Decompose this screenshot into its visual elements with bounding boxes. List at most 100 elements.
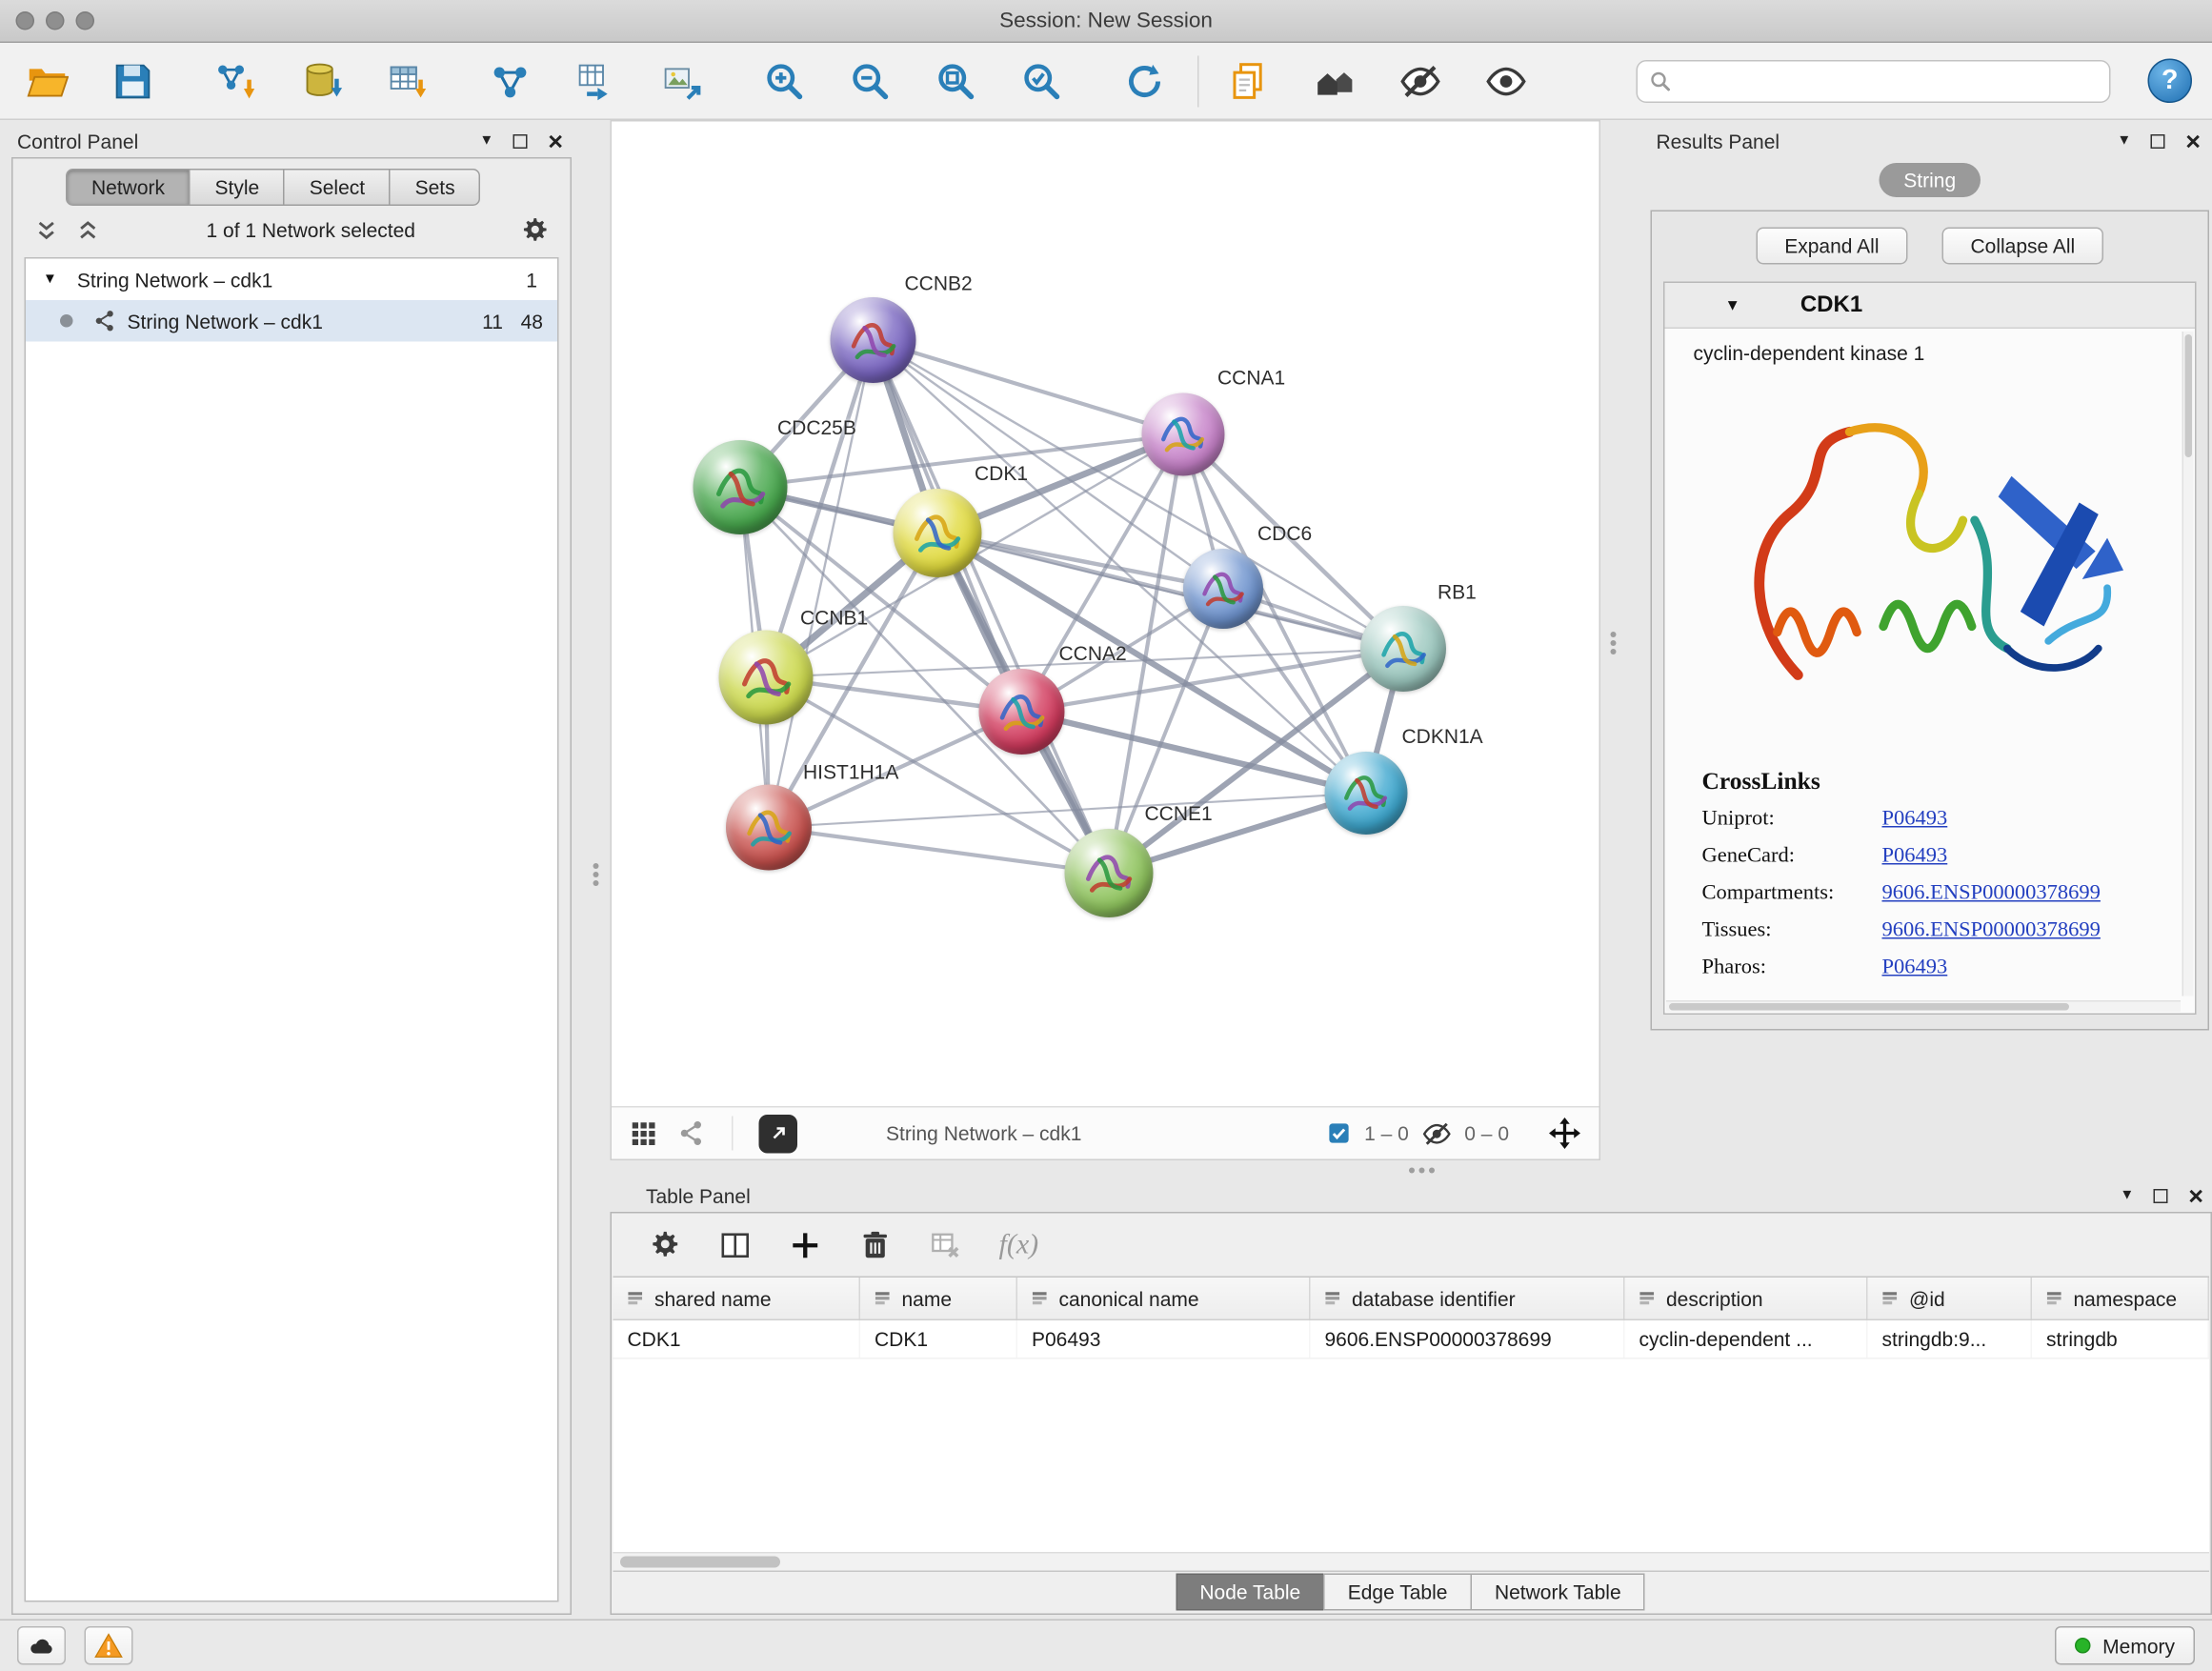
import-network-file-icon[interactable] (209, 53, 263, 108)
float-panel-icon[interactable] (2154, 1189, 2168, 1203)
network-collection-row[interactable]: ▼ String Network – cdk1 1 (26, 259, 557, 301)
close-panel-icon[interactable]: × (548, 129, 563, 154)
tab-select[interactable]: Select (284, 169, 391, 206)
zoom-out-icon[interactable] (843, 53, 897, 108)
memory-status-dot (2076, 1639, 2092, 1655)
tab-network-table[interactable]: Network Table (1470, 1574, 1645, 1611)
apply-layout-icon[interactable] (1117, 53, 1172, 108)
save-session-icon[interactable] (106, 53, 160, 108)
scrollbar-thumb[interactable] (1669, 1003, 2069, 1011)
pan-move-icon[interactable] (1548, 1117, 1582, 1151)
hide-selected-icon[interactable] (1394, 53, 1448, 108)
close-panel-icon[interactable]: × (2188, 1183, 2203, 1209)
compartments-link[interactable]: 9606.ENSP00000378699 (1882, 882, 2101, 907)
help-button[interactable]: ? (2148, 59, 2193, 104)
expand-all-icon[interactable] (74, 216, 102, 244)
close-panel-icon[interactable]: × (2185, 129, 2201, 154)
node-label-ccnb1: CCNB1 (800, 606, 868, 629)
copy-icon[interactable] (1222, 53, 1277, 108)
collection-expand-icon[interactable]: ▼ (43, 272, 57, 288)
search-input[interactable] (1680, 70, 2098, 92)
import-table-icon[interactable] (380, 53, 434, 108)
home-icon[interactable] (1308, 53, 1362, 108)
tab-node-table[interactable]: Node Table (1176, 1574, 1325, 1611)
column-header-shared-name[interactable]: shared name (613, 1278, 861, 1319)
network-node-rb1[interactable] (1360, 606, 1446, 692)
protein-name: CDK1 (1800, 292, 1862, 318)
cell-id[interactable]: stringdb:9... (1868, 1320, 2033, 1358)
zoom-fit-icon[interactable] (929, 53, 983, 108)
cloud-button[interactable] (17, 1627, 66, 1666)
column-header-namespace[interactable]: namespace (2032, 1278, 2209, 1319)
left-splitter-handle[interactable] (591, 862, 602, 888)
network-node-ccna1[interactable] (1142, 393, 1225, 476)
network-node-ccna2[interactable] (979, 669, 1065, 755)
protein-card-cdk1: ▼ CDK1 cyclin-dependent kinase 1 (1663, 282, 2197, 1016)
collapse-all-button[interactable]: Collapse All (1942, 228, 2104, 265)
network-node-ccne1[interactable] (1065, 829, 1154, 917)
cell-description[interactable]: cyclin-dependent ... (1625, 1320, 1868, 1358)
network-node-cdc25b[interactable] (694, 440, 788, 534)
network-options-gear-icon[interactable] (520, 215, 551, 246)
table-options-gear-icon[interactable] (649, 1228, 682, 1261)
scrollbar-thumb[interactable] (620, 1557, 780, 1568)
tab-style[interactable]: Style (190, 169, 286, 206)
cell-canonical-name[interactable]: P06493 (1017, 1320, 1311, 1358)
uniprot-link[interactable]: P06493 (1882, 808, 1948, 833)
create-column-icon[interactable] (789, 1228, 822, 1261)
tissues-link[interactable]: 9606.ENSP00000378699 (1882, 919, 2101, 944)
float-panel-icon[interactable] (2151, 134, 2165, 149)
network-node-cdkn1a[interactable] (1325, 752, 1408, 835)
selected-checkbox-icon[interactable] (1326, 1120, 1352, 1146)
right-splitter-handle[interactable] (1608, 631, 1619, 656)
detach-view-button[interactable] (759, 1114, 798, 1153)
new-network-from-table-icon[interactable] (569, 53, 623, 108)
collapse-section-icon[interactable]: ▼ (1725, 296, 1740, 313)
network-canvas[interactable]: CCNB2CCNA1CDC25BCDK1CDC6RB1CCNB1CCNA2CDK… (612, 122, 1599, 1107)
delete-column-icon[interactable] (859, 1228, 893, 1261)
network-node-ccnb1[interactable] (719, 631, 814, 725)
cell-name[interactable]: CDK1 (860, 1320, 1017, 1358)
horizontal-splitter-handle[interactable] (1409, 1168, 1435, 1174)
network-node-cdc6[interactable] (1183, 549, 1263, 629)
tab-sets[interactable]: Sets (390, 169, 481, 206)
float-panel-icon[interactable] (513, 134, 528, 149)
cell-namespace[interactable]: stringdb (2032, 1320, 2209, 1358)
pharos-link[interactable]: P06493 (1882, 956, 1948, 981)
network-overview-icon[interactable] (677, 1119, 706, 1148)
memory-button[interactable]: Memory (2056, 1627, 2195, 1666)
cell-database-identifier[interactable]: 9606.ENSP00000378699 (1311, 1320, 1625, 1358)
column-header-name[interactable]: name (860, 1278, 1017, 1319)
zoom-selected-icon[interactable] (1015, 53, 1069, 108)
string-results-tab[interactable]: String (1880, 163, 1981, 197)
genecard-link[interactable]: P06493 (1882, 845, 1948, 870)
panel-menu-icon[interactable]: ▼ (2117, 134, 2131, 149)
tab-network[interactable]: Network (66, 169, 191, 206)
panel-menu-icon[interactable]: ▼ (2120, 1189, 2134, 1203)
warnings-button[interactable] (85, 1627, 133, 1666)
show-columns-icon[interactable] (719, 1228, 753, 1261)
column-header-database-identifier[interactable]: database identifier (1311, 1278, 1625, 1319)
table-row[interactable]: CDK1 CDK1 P06493 9606.ENSP00000378699 cy… (613, 1320, 2210, 1359)
network-node-ccnb2[interactable] (831, 297, 916, 383)
open-session-icon[interactable] (20, 53, 74, 108)
scrollbar-thumb[interactable] (2185, 334, 2193, 457)
cell-shared-name[interactable]: CDK1 (613, 1320, 861, 1358)
zoom-in-icon[interactable] (757, 53, 812, 108)
collapse-all-icon[interactable] (33, 216, 61, 244)
export-image-icon[interactable] (654, 53, 709, 108)
birds-eye-view-icon[interactable] (629, 1119, 657, 1148)
show-all-icon[interactable] (1479, 53, 1534, 108)
network-node-cdk1[interactable] (894, 489, 982, 577)
column-header-canonical-name[interactable]: canonical name (1017, 1278, 1311, 1319)
import-network-database-icon[interactable] (294, 53, 349, 108)
panel-menu-icon[interactable]: ▼ (479, 134, 493, 149)
column-header-description[interactable]: description (1625, 1278, 1868, 1319)
tab-edge-table[interactable]: Edge Table (1323, 1574, 1472, 1611)
new-network-icon[interactable] (483, 53, 537, 108)
network-row-selected[interactable]: String Network – cdk1 11 48 (26, 300, 557, 342)
toolbar-search-box[interactable] (1637, 59, 2111, 102)
column-header-id[interactable]: @id (1868, 1278, 2033, 1319)
expand-all-button[interactable]: Expand All (1756, 228, 1907, 265)
network-node-hist1h1a[interactable] (726, 785, 812, 871)
